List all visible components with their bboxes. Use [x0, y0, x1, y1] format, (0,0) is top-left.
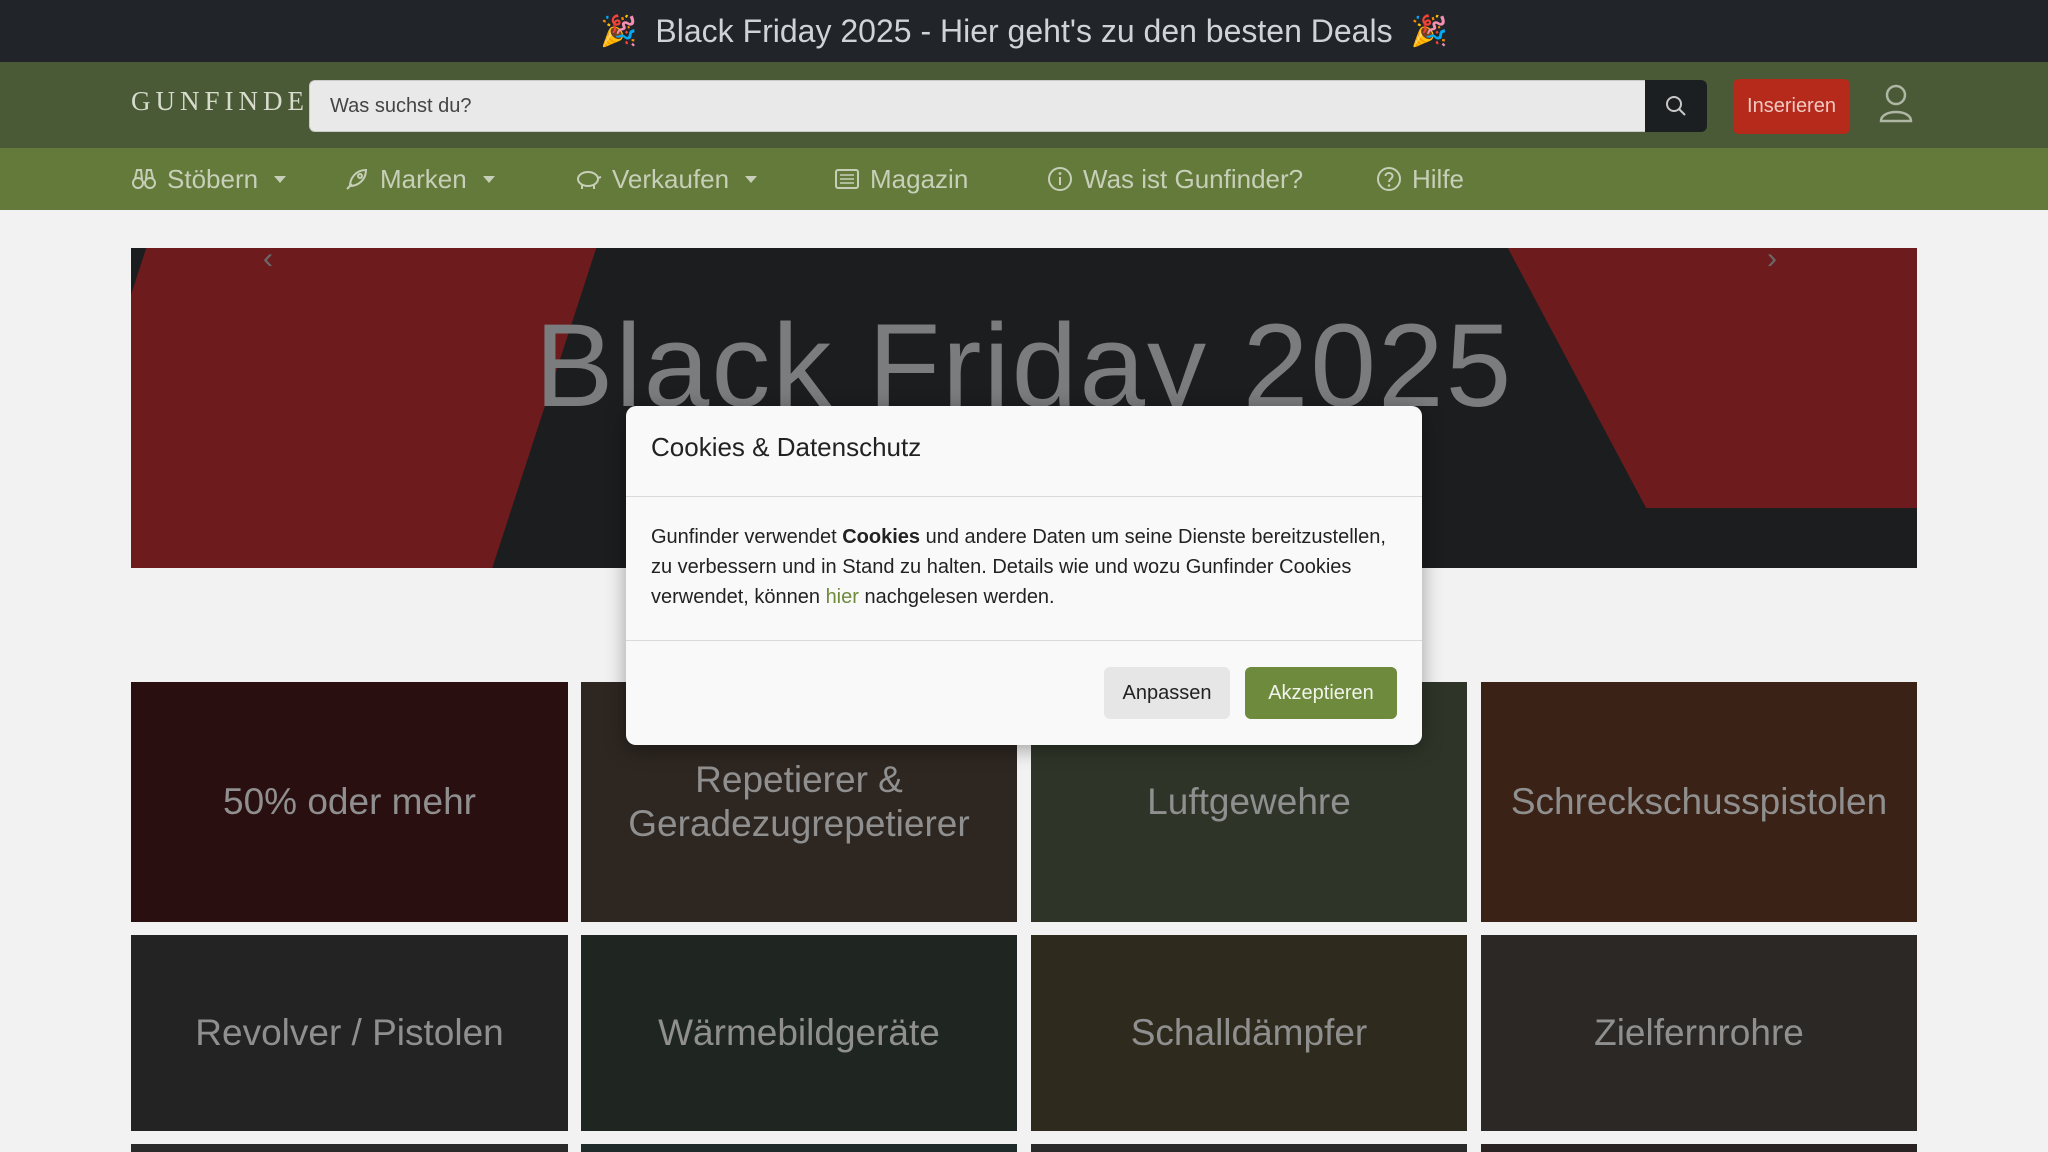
chevron-down-icon [274, 175, 287, 183]
category-label: Revolver / Pistolen [195, 1012, 504, 1053]
rocket-icon [346, 168, 368, 190]
search-input[interactable] [309, 80, 1645, 132]
divider [626, 496, 1422, 497]
modal-title: Cookies & Datenschutz [651, 432, 922, 462]
nav-label: Stöbern [167, 163, 259, 194]
gunfinder-logo[interactable]: GUNFINDER [131, 86, 332, 117]
category-label: Repetierer & Geradezugrepetierer [628, 759, 970, 844]
question-icon [1377, 167, 1401, 191]
category-tile-partial [1031, 1144, 1467, 1152]
category-label: Zielfernrohre [1594, 1012, 1804, 1053]
body-bold-text: Cookies [842, 526, 921, 548]
nav-item-verkaufen[interactable]: Verkaufen [574, 148, 758, 210]
nav-item-magazin[interactable]: Magazin [834, 148, 968, 210]
nav-item-was-ist-gunfinder[interactable]: Was ist Gunfinder? [1047, 148, 1303, 210]
category-tile-50-percent[interactable]: 50% oder mehr [131, 682, 568, 922]
nav-item-hilfe[interactable]: Hilfe [1376, 148, 1464, 210]
binoculars-icon [132, 169, 156, 189]
category-label: Wärmebildgeräte [658, 1012, 940, 1053]
chevron-down-icon [482, 175, 495, 183]
party-icon: 🎉 [1410, 14, 1448, 48]
party-icon: 🎉 [600, 14, 638, 48]
insert-button[interactable]: Inserieren [1733, 79, 1850, 134]
category-tile-partial [131, 1144, 568, 1152]
search-button[interactable] [1645, 80, 1707, 132]
nav-label: Hilfe [1412, 163, 1465, 194]
user-icon[interactable] [1878, 83, 1914, 123]
category-label: Luftgewehre [1147, 781, 1351, 822]
newspaper-icon [835, 169, 859, 189]
category-tile-zielfernrohre[interactable]: Zielfernrohre [1481, 935, 1917, 1131]
nav-label: Was ist Gunfinder? [1083, 163, 1304, 194]
category-tile-partial [581, 1144, 1017, 1152]
cookie-consent-dialog: Cookies & Datenschutz Gunfinder verwende… [626, 406, 1422, 745]
chevron-left-icon[interactable]: ‹ [263, 248, 273, 276]
nav-label: Magazin [870, 163, 969, 194]
body-text: nachgelesen werden. [858, 586, 1055, 608]
body-text: Gunfinder verwendet [651, 526, 843, 548]
nav-item-stoebern[interactable]: Stöbern [131, 148, 287, 210]
accept-button[interactable]: Akzeptieren [1245, 667, 1397, 719]
search-icon [1666, 96, 1686, 116]
nav-item-marken[interactable]: Marken [344, 148, 495, 210]
nav-label: Verkaufen [612, 163, 730, 194]
search-bar [309, 80, 1707, 132]
site-header: GUNFINDER Inserieren [0, 62, 2048, 148]
category-tile-waermebildgeraete[interactable]: Wärmebildgeräte [581, 935, 1017, 1131]
category-tile-revolver-pistolen[interactable]: Revolver / Pistolen [131, 935, 568, 1131]
category-tile-partial [1481, 1144, 1917, 1152]
main-nav: Stöbern Marken Verkaufen Magazin Was ist… [0, 148, 2048, 210]
nav-label: Marken [380, 163, 467, 194]
adjust-button[interactable]: Anpassen [1104, 667, 1230, 719]
modal-body: Gunfinder verwendet Cookies und andere D… [651, 522, 1411, 612]
category-label: Schalldämpfer [1130, 1012, 1368, 1053]
category-label: 50% oder mehr [223, 781, 476, 822]
divider [626, 640, 1422, 641]
category-label: Schreckschusspistolen [1510, 781, 1888, 822]
privacy-link[interactable]: hier [826, 586, 859, 608]
chevron-down-icon [745, 175, 758, 183]
promo-text[interactable]: Black Friday 2025 - Hier geht's zu den b… [655, 13, 1392, 50]
category-tile-schreckschusspistolen[interactable]: Schreckschusspistolen [1481, 682, 1917, 922]
category-tile-schalldaempfer[interactable]: Schalldämpfer [1031, 935, 1467, 1131]
piggy-bank-icon [577, 171, 602, 189]
info-icon [1048, 167, 1072, 191]
chevron-right-icon[interactable]: › [1767, 248, 1777, 276]
promo-banner[interactable]: 🎉 Black Friday 2025 - Hier geht's zu den… [0, 0, 2048, 62]
